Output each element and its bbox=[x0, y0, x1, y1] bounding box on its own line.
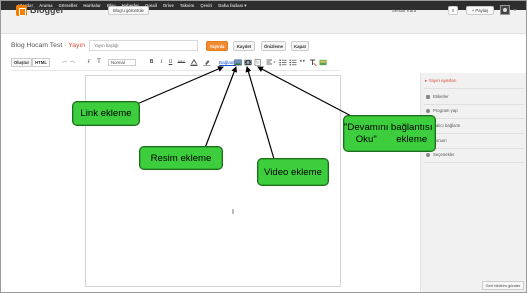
post-label: Yayın bbox=[68, 42, 86, 49]
spellcheck-icon[interactable] bbox=[319, 59, 327, 66]
text-cursor-icon: I bbox=[232, 209, 234, 216]
share-button[interactable]: + Paylaş bbox=[466, 6, 494, 15]
sidebar-item-label: Etiketler bbox=[433, 94, 449, 99]
save-button[interactable]: Kaydet bbox=[233, 41, 255, 51]
toolbar-divider bbox=[11, 70, 341, 71]
callout-video-add: Video ekleme bbox=[257, 158, 329, 186]
undo-redo-icon[interactable] bbox=[60, 59, 82, 66]
callout-read-more-line2: bağlantısı ekleme bbox=[390, 121, 433, 145]
close-button[interactable]: Kapat bbox=[291, 41, 309, 51]
bulleted-list-icon[interactable] bbox=[289, 59, 297, 66]
sidebar-item-labels[interactable]: Etiketler bbox=[426, 94, 449, 99]
publish-button[interactable]: Yayınla bbox=[206, 41, 228, 51]
sidebar-divider bbox=[424, 148, 524, 149]
blogger-logo-text[interactable]: Blogger bbox=[30, 5, 64, 15]
underline-button[interactable]: U bbox=[168, 59, 173, 66]
blogger-logo-icon[interactable] bbox=[16, 5, 27, 16]
sidebar-item-options[interactable]: Seçenekler bbox=[426, 152, 455, 157]
user-name[interactable]: Serdar Kara bbox=[392, 8, 416, 13]
post-settings-sidebar bbox=[420, 73, 526, 292]
gbar-item-more[interactable]: Daha fazlası ▾ bbox=[218, 3, 246, 9]
insert-jump-break-icon[interactable] bbox=[254, 59, 262, 66]
insert-image-icon[interactable] bbox=[234, 59, 242, 66]
notification-count[interactable]: 0 bbox=[448, 6, 458, 15]
preview-button[interactable]: Önizleme bbox=[261, 41, 286, 51]
callout-image-add: Resim ekleme bbox=[139, 146, 223, 170]
sidebar-divider bbox=[424, 162, 524, 163]
sidebar-item-label: Program yap bbox=[433, 108, 458, 113]
post-settings-heading-label: Yayın ayarları bbox=[428, 78, 457, 83]
sidebar-divider bbox=[424, 88, 524, 89]
feedback-button[interactable]: Geri bildirim gönder bbox=[482, 281, 524, 290]
tag-icon bbox=[426, 94, 430, 99]
italic-button[interactable]: I bbox=[159, 59, 164, 66]
link-button[interactable]: Bağlantı bbox=[219, 59, 236, 66]
bold-button[interactable]: B bbox=[149, 59, 154, 66]
tab-compose[interactable]: Oluştur bbox=[11, 58, 32, 67]
gear-icon bbox=[426, 152, 430, 157]
gbar-item-calendar[interactable]: Takvim bbox=[180, 3, 195, 8]
callout-read-more-line1: "Devamını Oku" bbox=[344, 121, 389, 145]
sidebar-item-label: Kalıcı bağlantı bbox=[433, 123, 461, 128]
font-family-icon[interactable]: F bbox=[86, 59, 92, 66]
callout-read-more-add: "Devamını Oku" bağlantısı ekleme bbox=[343, 115, 436, 152]
alignment-icon[interactable] bbox=[266, 59, 276, 66]
sidebar-item-schedule[interactable]: Program yap bbox=[426, 108, 458, 113]
callout-link-add: Link ekleme bbox=[72, 101, 140, 126]
tab-html[interactable]: HTML bbox=[32, 58, 50, 67]
numbered-list-icon[interactable] bbox=[279, 59, 287, 66]
gbar-item-translate[interactable]: Çeviri bbox=[200, 3, 212, 8]
view-blog-button[interactable]: Blog'u görüntüle bbox=[108, 6, 149, 15]
blog-name: Blog Hocam Test bbox=[11, 42, 63, 49]
strikethrough-button[interactable]: ABC bbox=[177, 59, 186, 66]
format-select[interactable]: Normal bbox=[108, 59, 136, 66]
sidebar-divider bbox=[424, 118, 524, 119]
sidebar-item-label: Seçenekler bbox=[433, 152, 455, 157]
sidebar-divider bbox=[424, 133, 524, 134]
highlight-color-icon[interactable] bbox=[203, 59, 211, 66]
clock-icon bbox=[426, 108, 430, 113]
page-title: Blog Hocam Test · Yayın bbox=[11, 42, 85, 49]
insert-video-icon[interactable] bbox=[244, 59, 252, 66]
gbar-item-drive[interactable]: Drive bbox=[163, 3, 174, 8]
post-settings-heading[interactable]: ▸ Yayın ayarları bbox=[425, 78, 457, 84]
quote-icon[interactable] bbox=[299, 59, 307, 66]
post-title-input[interactable] bbox=[89, 40, 198, 51]
font-size-icon[interactable]: T bbox=[96, 59, 102, 66]
account-chevron-down-icon[interactable] bbox=[513, 9, 517, 11]
gbar-item-maps[interactable]: Haritalar bbox=[83, 3, 100, 8]
remove-format-icon[interactable] bbox=[309, 59, 317, 66]
text-color-icon[interactable] bbox=[190, 59, 198, 66]
sidebar-divider bbox=[424, 104, 524, 105]
avatar[interactable] bbox=[500, 5, 510, 15]
